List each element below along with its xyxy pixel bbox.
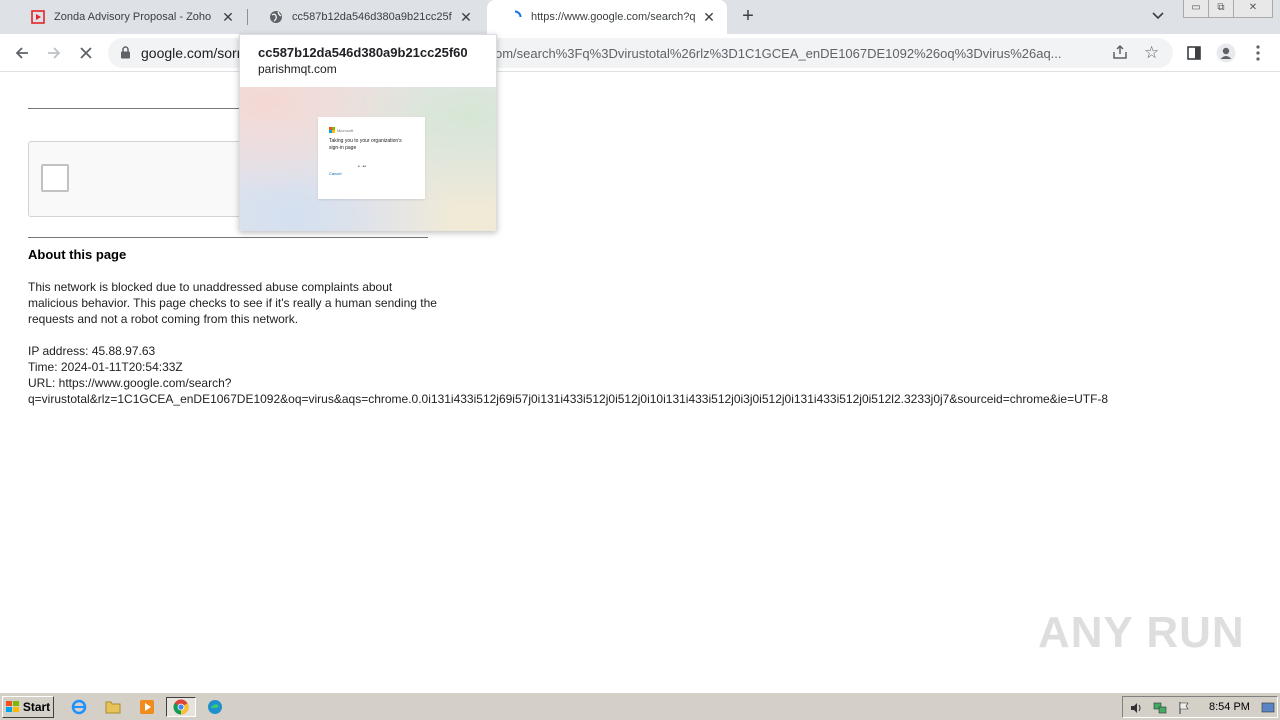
network-icon[interactable] xyxy=(1153,701,1167,715)
tab-phishing-page[interactable]: cc587b12da546d380a9b21cc25f60b ✕ xyxy=(248,0,484,34)
preview-message: Taking you to your organization's sign-i… xyxy=(329,138,402,151)
start-button[interactable]: Start xyxy=(2,696,54,718)
tab-hover-card: cc587b12da546d380a9b21cc25f60 parishmqt.… xyxy=(239,34,497,231)
divider xyxy=(28,237,428,238)
loading-dots-icon: • •• xyxy=(358,164,367,170)
media-player-icon[interactable] xyxy=(136,697,158,717)
microsoft-logo: Microsoft xyxy=(329,127,353,133)
tab-title: Zonda Advisory Proposal - Zoho Sho xyxy=(54,11,214,23)
request-info: IP address: 45.88.97.63 Time: 2024-01-11… xyxy=(28,343,1188,407)
loading-spinner-icon xyxy=(507,9,523,25)
menu-button[interactable] xyxy=(1246,41,1270,65)
hover-card-domain: parishmqt.com xyxy=(258,62,337,76)
request-url: URL: https://www.google.com/search? xyxy=(28,376,232,390)
start-label: Start xyxy=(22,700,51,714)
preview-signin-dialog: Microsoft Taking you to your organizatio… xyxy=(318,117,425,199)
ip-address: IP address: 45.88.97.63 xyxy=(28,344,156,358)
request-time: Time: 2024-01-11T20:54:33Z xyxy=(28,360,183,374)
lock-icon[interactable] xyxy=(120,46,131,64)
show-desktop-icon[interactable] xyxy=(1261,701,1275,715)
url-path: om/search%3Fq%3Dvirustotal%26rlz%3D1C1GC… xyxy=(495,46,1062,61)
new-tab-button[interactable]: + xyxy=(736,5,760,29)
profile-button[interactable] xyxy=(1214,41,1238,65)
tab-zoho-show[interactable]: Zonda Advisory Proposal - Zoho Sho ✕ xyxy=(10,0,246,34)
close-tab-icon[interactable]: ✕ xyxy=(458,9,474,25)
tab-title: https://www.google.com/search?q= xyxy=(531,11,695,23)
action-center-flag-icon[interactable] xyxy=(1177,701,1191,715)
stop-loading-button[interactable] xyxy=(74,41,98,65)
forward-arrow-icon xyxy=(48,47,61,59)
windows-logo-icon xyxy=(5,701,19,712)
hover-card-title: cc587b12da546d380a9b21cc25f60 xyxy=(258,45,468,60)
tab-search-chevron-icon[interactable] xyxy=(1151,8,1171,26)
close-tab-icon[interactable]: ✕ xyxy=(701,9,717,25)
preview-cancel: Cancel xyxy=(329,171,342,176)
page-content: About this page This network is blocked … xyxy=(0,72,1280,692)
hover-card-preview: Microsoft Taking you to your organizatio… xyxy=(240,87,496,231)
anyrun-watermark: ANY RUN xyxy=(1038,608,1245,657)
bookmark-star-icon[interactable]: ☆ xyxy=(1144,43,1159,63)
tab-strip: Zonda Advisory Proposal - Zoho Sho ✕ cc5… xyxy=(0,0,1280,34)
zoho-show-icon xyxy=(30,9,46,25)
system-tray: 8:54 PM xyxy=(1122,696,1278,718)
recaptcha-checkbox[interactable] xyxy=(41,164,69,192)
about-title: About this page xyxy=(28,247,127,262)
close-window-button[interactable]: ✕ xyxy=(1233,0,1273,18)
side-panel-icon xyxy=(1187,46,1201,60)
chrome-taskbar-button[interactable] xyxy=(166,697,196,717)
side-panel-button[interactable] xyxy=(1182,41,1206,65)
volume-icon[interactable] xyxy=(1129,701,1143,715)
about-body: This network is blocked due to unaddress… xyxy=(28,280,437,326)
internet-explorer-icon[interactable] xyxy=(68,697,90,717)
share-icon[interactable] xyxy=(1112,44,1128,65)
file-explorer-icon[interactable] xyxy=(102,697,124,717)
restore-button[interactable]: ⧉ xyxy=(1208,0,1234,18)
browser-toolbar: google.com/sorr om/search%3Fq%3Dvirustot… xyxy=(0,34,1280,72)
tab-google-search[interactable]: https://www.google.com/search?q= ✕ xyxy=(487,0,727,34)
more-vert-icon xyxy=(1256,45,1260,61)
taskbar: Start 8:54 PM xyxy=(0,692,1280,720)
minimize-button[interactable]: ▭ xyxy=(1183,0,1209,18)
edge-icon[interactable] xyxy=(204,697,226,717)
tab-title: cc587b12da546d380a9b21cc25f60b xyxy=(292,11,452,23)
preview-brand: Microsoft xyxy=(337,127,354,133)
request-url-query: q=virustotal&rlz=1C1GCEA_enDE1067DE1092&… xyxy=(28,392,1109,406)
url-host: google.com/sorr xyxy=(141,45,242,61)
back-button[interactable] xyxy=(10,41,34,65)
globe-icon xyxy=(268,9,284,25)
back-arrow-icon xyxy=(15,47,28,59)
forward-button[interactable] xyxy=(42,41,66,65)
close-tab-icon[interactable]: ✕ xyxy=(220,9,236,25)
close-icon xyxy=(80,47,92,59)
avatar-icon xyxy=(1216,43,1236,63)
clock[interactable]: 8:54 PM xyxy=(1209,701,1250,713)
chrome-icon xyxy=(173,699,189,715)
